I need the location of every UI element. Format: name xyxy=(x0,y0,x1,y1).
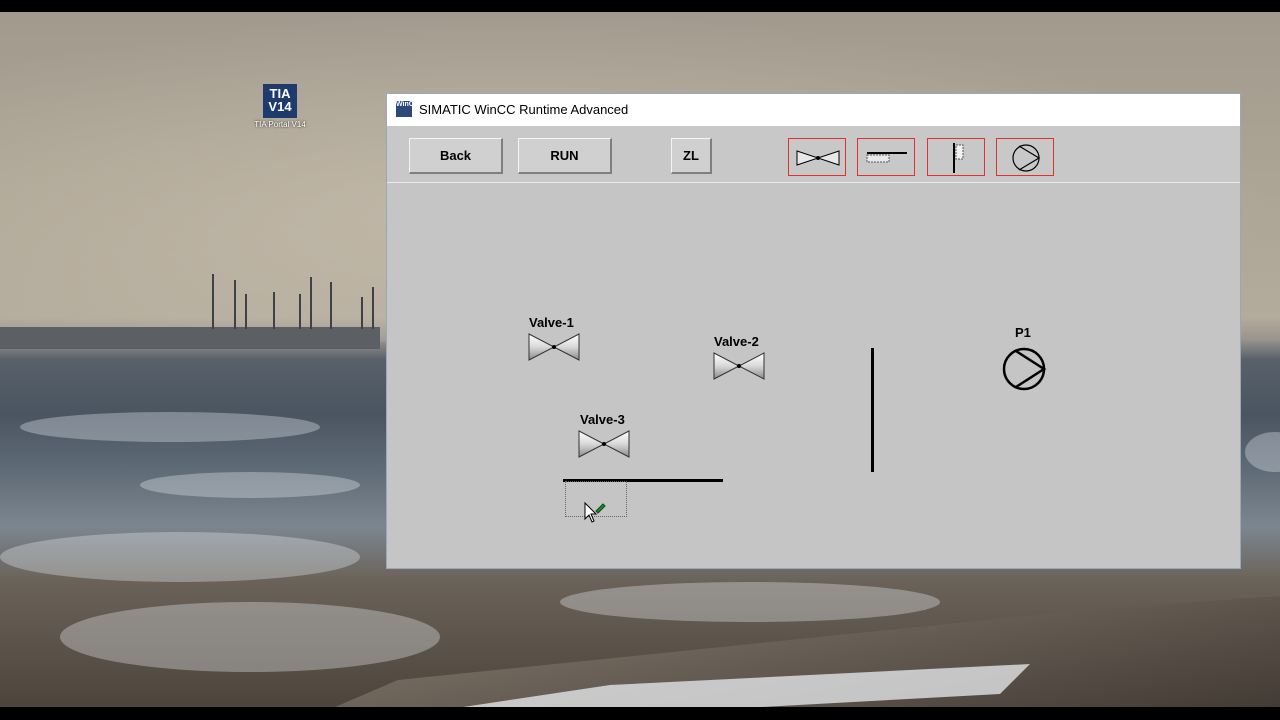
boat-mast xyxy=(245,294,247,329)
boat-mast xyxy=(310,277,312,329)
boat-mast xyxy=(299,294,301,329)
sea-wave xyxy=(20,412,320,442)
boat-mast xyxy=(212,274,214,329)
valve-1[interactable] xyxy=(528,333,580,361)
pump-tool-button[interactable] xyxy=(996,138,1054,176)
sea-wave xyxy=(140,472,360,498)
valve-tool-icon xyxy=(796,150,840,166)
boat-mast xyxy=(330,282,332,329)
valve-tool-button[interactable] xyxy=(788,138,846,176)
vertical-pipe-tool-button[interactable] xyxy=(927,138,985,176)
valve-3[interactable] xyxy=(578,430,630,458)
valve-3-label: Valve-3 xyxy=(580,412,625,427)
vertical-pipe[interactable] xyxy=(871,348,874,472)
sea-wave xyxy=(0,532,360,582)
run-button[interactable]: RUN xyxy=(518,138,612,174)
screen-toolbar: Back RUN ZL xyxy=(387,126,1240,183)
zl-button[interactable]: ZL xyxy=(671,138,712,174)
horizontal-pipe-tool-icon xyxy=(866,152,907,163)
pump-p1-label: P1 xyxy=(1015,325,1031,340)
wincc-app-icon: WinCC xyxy=(396,101,419,117)
sea-wave xyxy=(60,602,440,672)
tia-icon-version: V14 xyxy=(268,99,292,114)
harbor-pier xyxy=(0,327,380,349)
horizontal-pipe-tool-button[interactable] xyxy=(857,138,915,176)
wincc-runtime-window: WinCC SIMATIC WinCC Runtime Advanced Bac… xyxy=(386,93,1241,569)
window-title: SIMATIC WinCC Runtime Advanced xyxy=(419,102,629,117)
back-button[interactable]: Back xyxy=(409,138,503,174)
tia-portal-caption: TIA Portal V14 xyxy=(254,120,306,129)
process-screen-canvas: Valve-1 Valve-2 Valve-3 P1 xyxy=(387,183,1240,569)
tia-portal-shortcut[interactable]: TIA V14 TIA Portal V14 xyxy=(252,84,308,129)
boat-mast xyxy=(372,287,374,329)
boat-mast xyxy=(234,280,236,329)
valve-1-label: Valve-1 xyxy=(529,315,574,330)
boat-mast xyxy=(273,292,275,329)
valve-2-label: Valve-2 xyxy=(714,334,759,349)
valve-2[interactable] xyxy=(713,352,765,380)
boat-mast xyxy=(361,297,363,329)
sea-wave xyxy=(560,582,940,622)
drag-cursor-icon xyxy=(584,501,606,523)
tia-portal-icon: TIA V14 xyxy=(263,84,297,118)
pump-p1[interactable] xyxy=(1001,346,1047,392)
vertical-pipe-tool-icon xyxy=(953,143,964,173)
sea-wave xyxy=(1245,432,1280,472)
pump-tool-icon xyxy=(1012,144,1041,172)
window-titlebar[interactable]: WinCC SIMATIC WinCC Runtime Advanced xyxy=(387,94,1240,126)
